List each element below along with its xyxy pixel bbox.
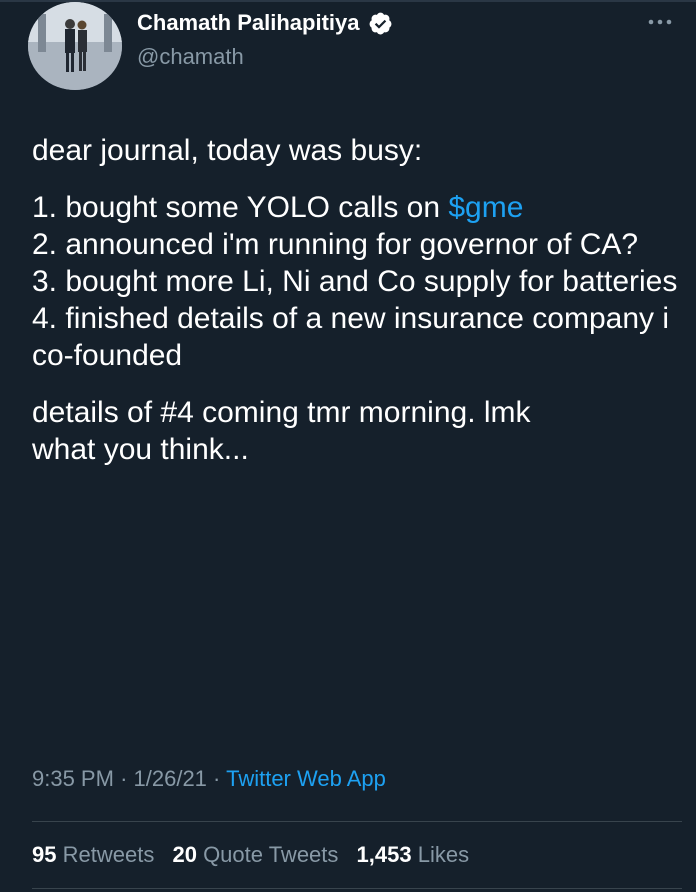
retweets-stat[interactable]: 95 Retweets: [32, 842, 154, 867]
tweet-text: dear journal, today was busy: 1. bought …: [32, 132, 682, 468]
cashtag-link[interactable]: $gme: [448, 191, 523, 224]
likes-stat[interactable]: 1,453 Likes: [357, 842, 470, 867]
tweet-stats: 95 Retweets 20 Quote Tweets 1,453 Likes: [32, 842, 481, 868]
meta-separator: ·: [120, 766, 128, 791]
avatar-photo-icon: [28, 2, 122, 90]
closing-line: details of #4 coming tmr morning. lmk: [32, 396, 531, 429]
closing-line: what you think...: [32, 433, 249, 466]
tweet-closing: details of #4 coming tmr morning. lmk wh…: [32, 394, 682, 468]
tweet-list: 1. bought some YOLO calls on $gme 2. ann…: [32, 189, 682, 374]
stats-divider-bottom: [32, 888, 682, 889]
likes-count: 1,453: [356, 842, 412, 867]
retweets-count: 95: [32, 842, 57, 867]
tweet-date[interactable]: 1/26/21: [134, 766, 207, 791]
tweet-source-link[interactable]: Twitter Web App: [226, 766, 386, 791]
avatar[interactable]: [28, 2, 122, 90]
retweets-label: Retweets: [62, 842, 155, 867]
list-item: 2. announced i'm running for governor of…: [32, 228, 639, 261]
verified-badge-icon: [368, 11, 393, 36]
list-item: 1. bought some YOLO calls on $gme: [32, 189, 682, 226]
quote-tweets-count: 20: [172, 842, 197, 867]
more-options-icon[interactable]: [646, 12, 674, 32]
display-name[interactable]: Chamath Palihapitiya: [137, 10, 360, 36]
author-name-row: Chamath Palihapitiya: [137, 10, 393, 36]
quote-tweets-stat[interactable]: 20 Quote Tweets: [172, 842, 338, 867]
tweet-time[interactable]: 9:35 PM: [32, 766, 114, 791]
tweet-meta: 9:35 PM · 1/26/21 · Twitter Web App: [32, 766, 386, 792]
meta-separator: ·: [213, 766, 221, 791]
quote-tweets-label: Quote Tweets: [203, 842, 339, 867]
stats-divider-top: [32, 821, 682, 822]
tweet-card: Chamath Palihapitiya @chamath dear journ…: [0, 0, 696, 892]
list-item-text: 1. bought some YOLO calls on: [32, 191, 449, 224]
list-item: 4. finished details of a new insurance c…: [32, 302, 670, 372]
top-divider: [0, 0, 696, 2]
list-item: 3. bought more Li, Ni and Co supply for …: [32, 265, 678, 298]
handle[interactable]: @chamath: [137, 44, 244, 70]
likes-label: Likes: [417, 842, 470, 867]
tweet-intro: dear journal, today was busy:: [32, 134, 423, 167]
